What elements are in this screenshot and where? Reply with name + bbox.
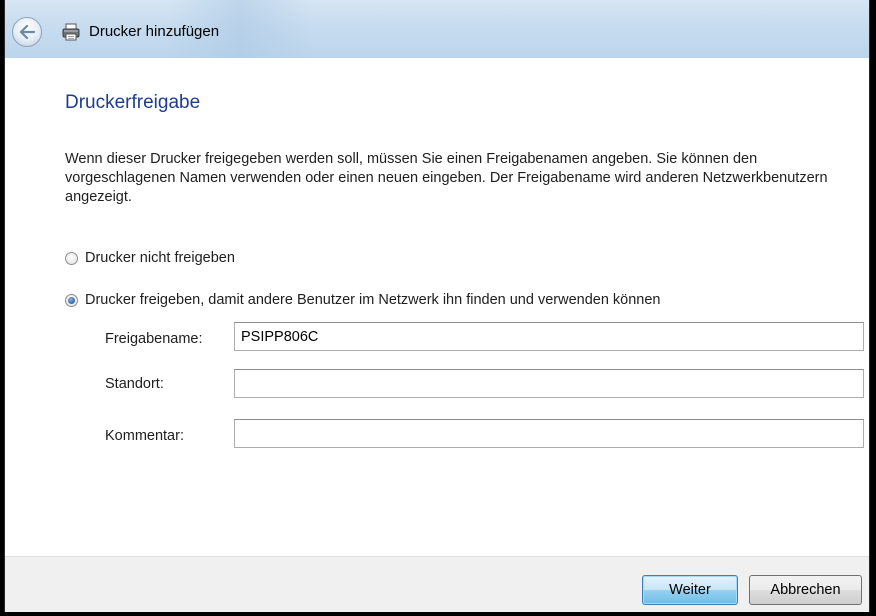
back-arrow-icon [19,25,35,39]
page-heading: Druckerfreigabe [65,92,201,113]
next-button[interactable]: Weiter [642,575,738,605]
radio-no-share-label: Drucker nicht freigeben [85,250,235,266]
radio-no-share-button[interactable] [65,251,78,265]
window-title: Drucker hinzufügen [89,23,220,40]
button-bar [5,556,869,612]
comment-label: Kommentar: [105,428,184,444]
cancel-button[interactable]: Abbrechen [749,575,862,605]
back-button[interactable] [12,17,42,47]
share-name-input[interactable] [234,322,864,351]
location-label: Standort: [105,376,164,392]
radio-share[interactable]: Drucker freigeben, damit andere Benutzer… [65,292,661,308]
radio-share-label: Drucker freigeben, damit andere Benutzer… [85,292,661,308]
location-input[interactable] [234,369,864,398]
title-bar: Drucker hinzufügen [5,0,869,58]
radio-share-button[interactable] [65,293,78,307]
add-printer-dialog: Drucker hinzufügen Druckerfreigabe Wenn … [4,0,870,612]
comment-input[interactable] [234,419,864,448]
printer-icon [62,23,80,41]
share-name-label: Freigabename: [105,331,203,347]
radio-selected-dot [68,296,75,304]
radio-no-share[interactable]: Drucker nicht freigeben [65,250,235,266]
page-description: Wenn dieser Drucker freigegeben werden s… [65,151,828,205]
